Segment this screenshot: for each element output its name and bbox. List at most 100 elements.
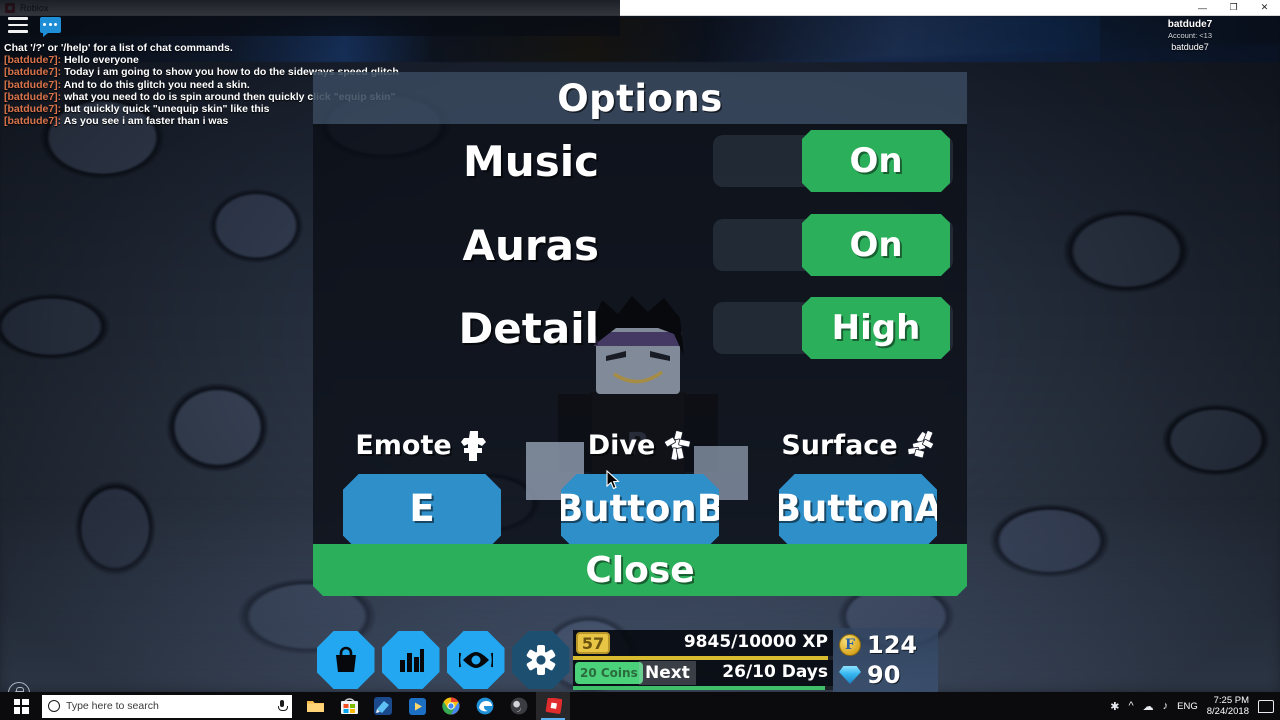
gem-amount: 90	[867, 661, 901, 689]
xp-row: 57 9845/10000 XP	[573, 630, 833, 660]
chat-sender: [batdude7]:	[4, 115, 62, 128]
hud-shop-button[interactable]	[313, 628, 378, 692]
pen-tray-icon[interactable]: ✱	[1110, 700, 1119, 713]
days-text: 26/10 Days	[722, 662, 828, 682]
clock[interactable]: 7:25 PM 8/24/2018	[1207, 695, 1249, 717]
coins-reward-badge: 20 Coins	[575, 662, 643, 684]
daily-progress-bar	[573, 686, 833, 690]
file-explorer-icon[interactable]	[298, 692, 332, 720]
gold-f-coin-icon: F	[839, 634, 861, 656]
blue-gem-icon	[839, 666, 861, 684]
action-button-surface[interactable]: ButtonA	[779, 473, 937, 544]
chat-text: Hello everyone	[64, 54, 139, 67]
emote-figure-icon	[460, 430, 486, 461]
obs-studio-icon[interactable]	[502, 692, 536, 720]
taskbar-apps	[298, 692, 570, 720]
google-chrome-icon[interactable]	[434, 692, 468, 720]
game-hud: 57 9845/10000 XP 20 Coins Next 26/10 Day…	[313, 628, 967, 692]
options-panel: Options R Music On Auras On Detail High …	[313, 72, 967, 596]
chat-message: [batdude7]: Hello everyone	[4, 54, 604, 66]
setting-row-music: Music On	[313, 128, 967, 194]
action-header-surface: Surface	[781, 426, 934, 466]
action-bindings-row: Emote E Dive ButtonB Surface ButtonA	[313, 424, 967, 544]
action-button-dive[interactable]: ButtonB	[561, 473, 719, 544]
clock-time: 7:25 PM	[1213, 695, 1249, 706]
player-name: batdude7	[1167, 19, 1213, 30]
action-title-dive: Dive	[587, 430, 656, 462]
setting-row-detail: Detail High	[313, 295, 967, 361]
hamburger-menu-icon[interactable]	[8, 17, 28, 33]
show-hidden-icons-chevron[interactable]: ^	[1128, 700, 1133, 712]
paint-3d-icon[interactable]	[366, 692, 400, 720]
dive-figure-icon	[664, 430, 692, 461]
stats-bar-chart-icon	[381, 631, 440, 689]
search-placeholder: Type here to search	[66, 700, 159, 712]
hud-icon-bar	[313, 628, 573, 692]
chat-sender: [batdude7]:	[4, 103, 62, 116]
hud-progress-stats: 57 9845/10000 XP 20 Coins Next 26/10 Day…	[573, 628, 833, 692]
xp-text: 9845/10000 XP	[683, 632, 828, 652]
next-label: Next	[639, 661, 696, 685]
action-group-surface: Surface ButtonA	[749, 424, 967, 544]
action-button-emote[interactable]: E	[343, 473, 501, 544]
setting-toggle-auras[interactable]: On	[802, 214, 950, 276]
action-group-emote: Emote E	[313, 424, 531, 544]
microphone-icon[interactable]	[278, 699, 288, 713]
movies-tv-icon[interactable]	[400, 692, 434, 720]
setting-label-music: Music	[463, 136, 599, 186]
currency-panel: F 124 90	[833, 628, 938, 692]
setting-toggle-music[interactable]: On	[802, 130, 950, 192]
onedrive-cloud-icon[interactable]: ☁	[1143, 700, 1154, 713]
windows-start-icon[interactable]	[0, 692, 42, 720]
chat-text: but quickly quick "unequip skin" like th…	[64, 103, 270, 116]
action-center-icon[interactable]	[1258, 699, 1274, 713]
close-options-button[interactable]: Close	[313, 544, 967, 596]
action-title-surface: Surface	[781, 430, 898, 462]
clock-date: 8/24/2018	[1206, 706, 1249, 717]
action-header-dive: Dive	[588, 426, 693, 466]
chat-dots	[43, 23, 57, 26]
action-title-emote: Emote	[355, 430, 452, 462]
chat-system-line: Chat '/?' or '/help' for a list of chat …	[4, 42, 233, 54]
options-title: Options	[557, 76, 723, 120]
settings-gear-icon	[511, 631, 570, 689]
player-account-type: Account: <13	[1168, 31, 1212, 40]
chat-sender: [batdude7]:	[4, 66, 62, 79]
player-nametag: batdude7	[1171, 42, 1209, 52]
shop-bag-icon	[316, 631, 375, 689]
setting-label-detail: Detail	[458, 303, 599, 353]
eye-icon	[446, 631, 505, 689]
windows-taskbar: Type here to search ✱ ^ ☁ ♪ ENG 7:25 PM …	[0, 692, 1280, 720]
hud-settings-button[interactable]	[508, 628, 573, 692]
setting-label-auras: Auras	[462, 220, 599, 270]
currency-coins-row: F 124	[839, 631, 938, 659]
coin-amount: 124	[867, 631, 918, 659]
options-header: Options	[313, 72, 967, 124]
language-indicator[interactable]: ENG	[1177, 701, 1198, 712]
chat-text: As you see i am faster than i was	[63, 115, 229, 128]
chat-text: And to do this glitch you need a skin.	[63, 78, 250, 91]
chat-sender: [batdude7]:	[4, 54, 62, 67]
chat-bubble-icon[interactable]	[40, 17, 61, 37]
microsoft-store-icon[interactable]	[332, 692, 366, 720]
network-icon[interactable]: ♪	[1163, 700, 1169, 712]
setting-toggle-detail[interactable]: High	[802, 297, 950, 359]
search-circle-icon	[48, 700, 60, 712]
microsoft-edge-icon[interactable]	[468, 692, 502, 720]
action-group-dive: Dive ButtonB	[531, 424, 749, 544]
chat-sender: [batdude7]:	[4, 90, 62, 103]
system-tray: ✱ ^ ☁ ♪ ENG 7:25 PM 8/24/2018	[1110, 695, 1280, 717]
player-info-box: batdude7 Account: <13	[1100, 16, 1280, 62]
roblox-topbar-background	[0, 0, 620, 36]
options-body: R Music On Auras On Detail High Emote E …	[313, 124, 967, 544]
daily-row: 20 Coins Next 26/10 Days	[573, 660, 833, 690]
screen-root: Roblox — ❐ ✕ ontributing Chat '/?' or '/…	[0, 0, 1280, 720]
hud-stats-button[interactable]	[378, 628, 443, 692]
level-badge: 57	[576, 632, 610, 654]
taskbar-search-input[interactable]: Type here to search	[42, 694, 292, 718]
setting-row-auras: Auras On	[313, 212, 967, 278]
action-header-emote: Emote	[355, 426, 488, 466]
roblox-icon[interactable]	[536, 692, 570, 720]
surface-figure-icon	[907, 430, 934, 459]
hud-view-button[interactable]	[443, 628, 508, 692]
